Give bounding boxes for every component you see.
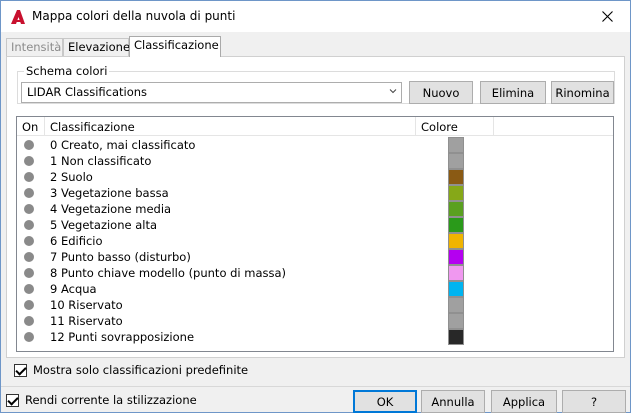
tab-elevazione[interactable]: Elevazione	[63, 38, 130, 56]
classification-label: 12 Punti sovrapposizione	[50, 330, 195, 344]
tab-panel-classificazione: Schema colori LIDAR Classifications Nuov…	[6, 56, 625, 358]
table-row[interactable]: 6 Edificio	[17, 233, 613, 249]
classification-label: 1 Non classificato	[50, 154, 152, 168]
on-toggle-icon[interactable]	[24, 236, 34, 246]
classification-label: 7 Punto basso (disturbo)	[50, 250, 191, 264]
table-row[interactable]: 5 Vegetazione alta	[17, 217, 613, 233]
classification-label: 10 Riservato	[50, 298, 123, 312]
table-row[interactable]: 7 Punto basso (disturbo)	[17, 249, 613, 265]
on-toggle-icon[interactable]	[24, 204, 34, 214]
title-bar: Mappa colori della nuvola di punti	[1, 1, 630, 32]
close-button[interactable]	[584, 1, 630, 32]
color-swatch[interactable]	[448, 249, 464, 265]
color-swatch[interactable]	[448, 153, 464, 169]
tab-classificazione[interactable]: Classificazione	[129, 36, 221, 57]
on-toggle-icon[interactable]	[24, 220, 34, 230]
classification-list[interactable]: On Classificazione Colore 0 Creato, mai …	[16, 116, 614, 352]
on-toggle-icon[interactable]	[24, 156, 34, 166]
on-toggle-icon[interactable]	[24, 284, 34, 294]
on-toggle-icon[interactable]	[24, 332, 34, 342]
predefined-only-label: Mostra solo classificazioni predefinite	[33, 363, 249, 377]
column-header-color[interactable]: Colore	[416, 117, 494, 136]
color-scheme-value: LIDAR Classifications	[27, 85, 148, 99]
table-row[interactable]: 8 Punto chiave modello (punto di massa)	[17, 265, 613, 281]
on-toggle-icon[interactable]	[24, 188, 34, 198]
chevron-down-icon	[389, 89, 397, 94]
classification-label: 0 Creato, mai classificato	[50, 138, 196, 152]
color-scheme-label: Schema colori	[24, 64, 110, 78]
color-swatch[interactable]	[448, 137, 464, 153]
rename-scheme-button[interactable]: Rinomina	[551, 81, 614, 104]
predefined-only-checkbox[interactable]	[14, 363, 27, 377]
current-style-option[interactable]: Rendi corrente la stilizzazione	[6, 392, 197, 408]
on-toggle-icon[interactable]	[24, 140, 34, 150]
predefined-only-option[interactable]: Mostra solo classificazioni predefinite	[14, 362, 248, 378]
classification-label: 4 Vegetazione media	[50, 202, 172, 216]
dialog-window: Mappa colori della nuvola di punti Inten…	[0, 0, 631, 413]
table-row[interactable]: 2 Suolo	[17, 169, 613, 185]
classification-label: 11 Riservato	[50, 314, 123, 328]
current-style-checkbox[interactable]	[6, 393, 19, 407]
table-row[interactable]: 11 Riservato	[17, 313, 613, 329]
color-swatch[interactable]	[448, 201, 464, 217]
tab-intensita[interactable]: Intensità	[6, 38, 63, 56]
color-swatch[interactable]	[448, 169, 464, 185]
help-button[interactable]: ?	[562, 390, 626, 413]
table-row[interactable]: 9 Acqua	[17, 281, 613, 297]
table-row[interactable]: 0 Creato, mai classificato	[17, 137, 613, 153]
classification-label: 2 Suolo	[50, 170, 93, 184]
table-row[interactable]: 10 Riservato	[17, 297, 613, 313]
delete-scheme-button[interactable]: Elimina	[480, 81, 546, 104]
on-toggle-icon[interactable]	[24, 316, 34, 326]
classification-label: 9 Acqua	[50, 282, 97, 296]
table-row[interactable]: 1 Non classificato	[17, 153, 613, 169]
color-swatch[interactable]	[448, 185, 464, 201]
table-row[interactable]: 3 Vegetazione bassa	[17, 185, 613, 201]
classification-label: 8 Punto chiave modello (punto di massa)	[50, 266, 287, 280]
classification-label: 5 Vegetazione alta	[50, 218, 158, 232]
on-toggle-icon[interactable]	[24, 268, 34, 278]
color-swatch[interactable]	[448, 329, 464, 345]
color-swatch[interactable]	[448, 297, 464, 313]
column-header-on[interactable]: On	[17, 117, 45, 136]
window-title: Mappa colori della nuvola di punti	[32, 9, 236, 23]
color-swatch[interactable]	[448, 313, 464, 329]
apply-button[interactable]: Applica	[491, 390, 557, 413]
close-icon	[601, 11, 613, 22]
table-row[interactable]: 4 Vegetazione media	[17, 201, 613, 217]
new-scheme-button[interactable]: Nuovo	[409, 81, 473, 104]
current-style-label: Rendi corrente la stilizzazione	[25, 393, 197, 407]
color-scheme-group: Schema colori LIDAR Classifications Nuov…	[17, 64, 615, 104]
on-toggle-icon[interactable]	[24, 252, 34, 262]
column-header-classification[interactable]: Classificazione	[45, 117, 416, 136]
autocad-logo-icon	[11, 10, 25, 24]
color-scheme-select[interactable]: LIDAR Classifications	[21, 82, 402, 103]
footer-divider	[1, 386, 630, 387]
classification-label: 3 Vegetazione bassa	[50, 186, 169, 200]
on-toggle-icon[interactable]	[24, 300, 34, 310]
on-toggle-icon[interactable]	[24, 172, 34, 182]
table-row[interactable]: 12 Punti sovrapposizione	[17, 329, 613, 345]
color-swatch[interactable]	[448, 265, 464, 281]
cancel-button[interactable]: Annulla	[421, 390, 485, 413]
color-swatch[interactable]	[448, 217, 464, 233]
color-swatch[interactable]	[448, 281, 464, 297]
list-header: On Classificazione Colore	[17, 117, 613, 136]
classification-label: 6 Edificio	[50, 234, 103, 248]
ok-button[interactable]: OK	[353, 390, 417, 413]
color-swatch[interactable]	[448, 233, 464, 249]
